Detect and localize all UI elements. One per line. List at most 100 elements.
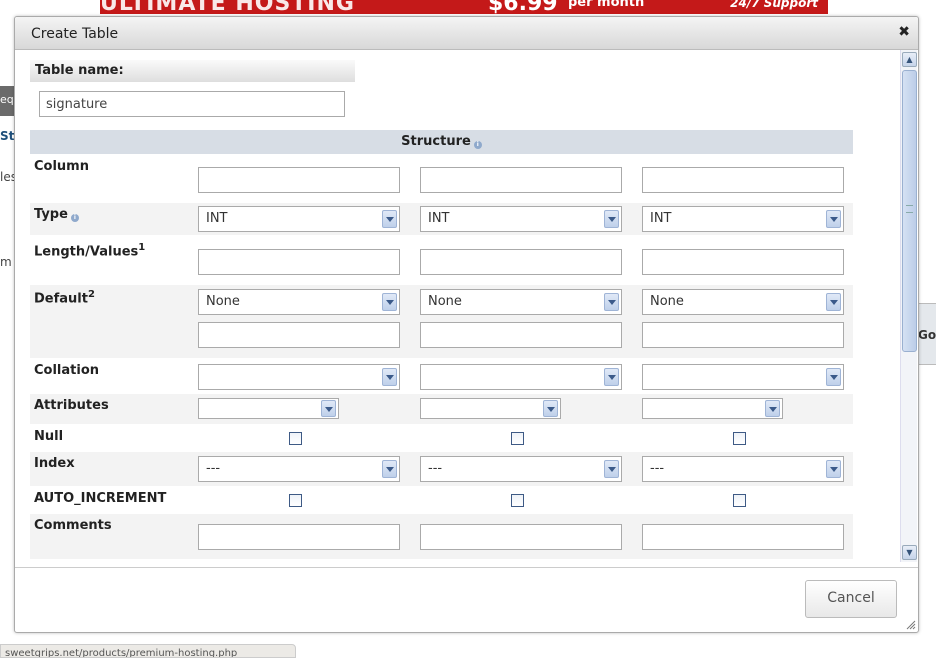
null-checkbox[interactable] [733,432,746,445]
row-collation: Collation [30,359,853,393]
ad-banner[interactable]: ULTIMATE HOSTING $6.99 per month 24/7 Su… [100,0,828,14]
dialog-content: Table name: Structurei Column Typei INT … [15,50,900,566]
index-select[interactable]: --- [642,456,844,482]
default-select-value: None [206,294,240,309]
ad-headline: ULTIMATE HOSTING [100,0,355,14]
chevron-down-icon [604,368,619,386]
footer-divider [15,567,918,568]
comments-input[interactable] [642,524,844,550]
auto-increment-checkbox[interactable] [733,494,746,507]
row-label-default-text: Default [34,291,88,307]
type-select[interactable]: INT [420,206,622,232]
info-icon[interactable]: i [70,214,79,222]
row-label-auto-increment: AUTO_INCREMENT [34,491,167,506]
column-name-input[interactable] [198,167,400,193]
index-select-value: --- [650,461,665,476]
chevron-down-icon [826,460,841,478]
chevron-down-icon [382,293,397,311]
structure-header: Structure i [30,130,853,154]
default-value-input[interactable] [420,322,622,348]
column-name-input[interactable] [642,167,844,193]
chevron-down-icon [826,368,841,386]
row-label-type: Type i [34,207,79,222]
row-auto-increment: AUTO_INCREMENT [30,487,853,513]
ad-support: 24/7 Support [730,0,818,10]
default-select-value: None [650,294,684,309]
index-select-value: --- [428,461,443,476]
table-name-label: Table name: [30,60,355,82]
chevron-down-icon [826,210,841,228]
background-go-button[interactable]: Go [918,328,936,342]
dialog-scrollbar[interactable]: ▲ ▼ [900,50,917,562]
row-label-index: Index [34,456,75,471]
type-select[interactable]: INT [642,206,844,232]
auto-increment-checkbox[interactable] [289,494,302,507]
collation-select[interactable] [198,364,400,390]
cancel-button[interactable]: Cancel [805,580,897,618]
chevron-down-icon [382,368,397,386]
default-value-input[interactable] [642,322,844,348]
chevron-down-icon [826,293,841,311]
column-name-input[interactable] [420,167,622,193]
info-icon[interactable]: i [473,141,482,149]
index-select[interactable]: --- [198,456,400,482]
footnote-marker: 2 [87,289,95,300]
type-select[interactable]: INT [198,206,400,232]
background-fragment: les [0,170,14,184]
scrollbar-thumb[interactable] [902,70,917,352]
index-select[interactable]: --- [420,456,622,482]
dialog-titlebar[interactable]: Create Table ✖ [15,17,918,50]
chevron-down-icon [382,210,397,228]
row-label-type-text: Type [34,207,68,222]
chevron-down-icon [321,400,336,417]
comments-input[interactable] [420,524,622,550]
default-value-input[interactable] [198,322,400,348]
close-icon[interactable]: ✖ [898,24,910,40]
auto-increment-checkbox[interactable] [511,494,524,507]
comments-input[interactable] [198,524,400,550]
background-fragment: St [0,129,14,143]
scroll-up-icon[interactable]: ▲ [902,52,917,67]
chevron-down-icon [604,293,619,311]
row-type: Type i INT INT INT [30,203,853,235]
row-attributes: Attributes [30,394,853,424]
grip-icon [906,205,913,213]
row-label-attributes: Attributes [34,398,109,413]
length-values-input[interactable] [642,249,844,275]
chevron-down-icon [604,460,619,478]
row-label-null: Null [34,429,64,444]
default-select-value: None [428,294,462,309]
ad-per-month: per month [568,0,645,10]
row-length-values: Length/Values1 [30,238,853,284]
default-select[interactable]: None [198,289,400,315]
footnote-marker: 1 [138,242,146,253]
resize-handle-icon[interactable] [906,620,916,630]
chevron-down-icon [765,400,780,417]
attributes-select[interactable] [642,398,783,419]
chevron-down-icon [543,400,558,417]
create-table-dialog: Create Table ✖ Table name: Structurei Co… [14,16,919,633]
table-name-input[interactable] [39,91,345,117]
type-select-value: INT [650,211,672,226]
default-select[interactable]: None [642,289,844,315]
collation-select[interactable] [642,364,844,390]
browser-status-bar: sweetgrips.net/products/premium-hosting.… [0,644,296,658]
null-checkbox[interactable] [511,432,524,445]
background-fragment: eql [0,93,14,106]
row-index: Index --- --- --- [30,452,853,486]
row-null: Null [30,425,853,451]
type-select-value: INT [428,211,450,226]
null-checkbox[interactable] [289,432,302,445]
default-select[interactable]: None [420,289,622,315]
row-label-column: Column [34,159,89,174]
attributes-select[interactable] [198,398,339,419]
index-select-value: --- [206,461,221,476]
length-values-input[interactable] [420,249,622,275]
background-fragment: m [0,255,12,269]
collation-select[interactable] [420,364,622,390]
row-label-length-values: Length/Values1 [34,242,145,259]
scroll-down-icon[interactable]: ▼ [902,545,917,560]
type-select-value: INT [206,211,228,226]
attributes-select[interactable] [420,398,561,419]
length-values-input[interactable] [198,249,400,275]
